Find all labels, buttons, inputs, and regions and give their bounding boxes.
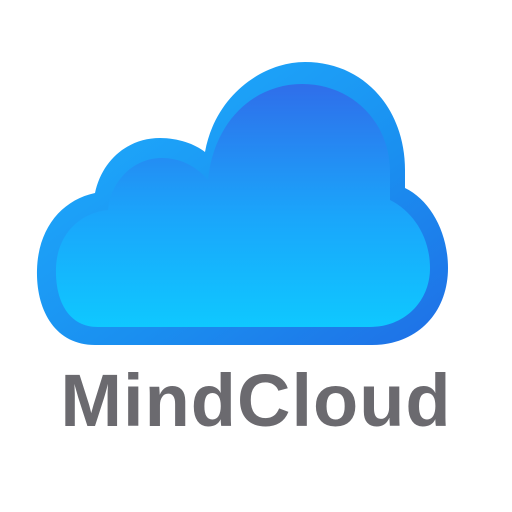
logo-canvas: MindCloud: [0, 0, 512, 512]
cloud-inner-fill: [55, 84, 430, 327]
brand-name: MindCloud: [60, 359, 452, 442]
